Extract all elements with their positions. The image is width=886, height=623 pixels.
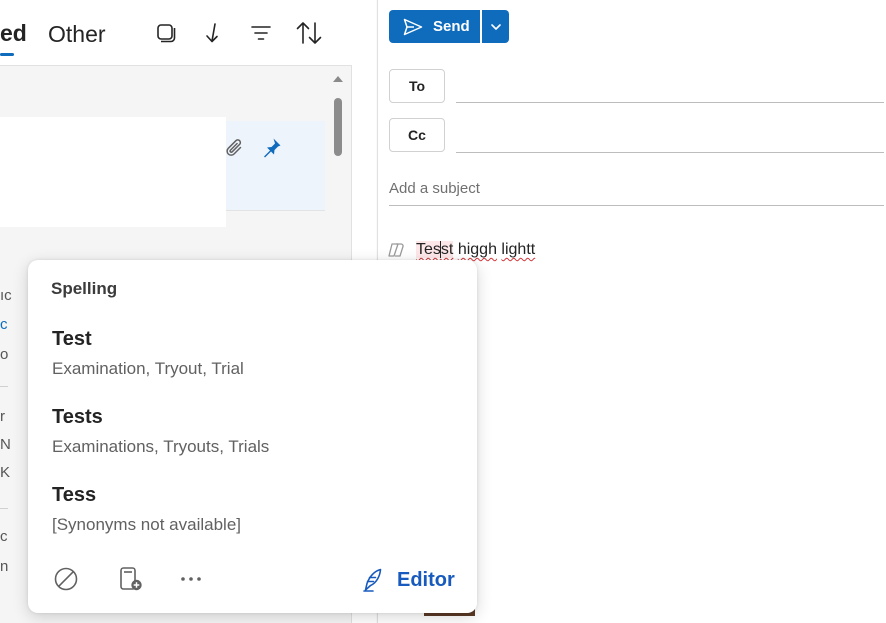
list-text-fragment: r [0, 408, 5, 425]
ignore-icon[interactable] [51, 564, 81, 594]
misspelled-word[interactable]: lightt [501, 241, 535, 258]
suggestion-item[interactable]: Tess [Synonyms not available] [52, 484, 452, 535]
editor-button[interactable]: Editor [361, 566, 455, 594]
message-list-header: ed Other [0, 0, 352, 66]
spelling-suggestions-popup: Spelling Test Examination, Tryout, Trial… [28, 260, 477, 613]
cc-field[interactable] [456, 152, 884, 153]
tab-focused[interactable]: ed [0, 20, 27, 47]
to-button[interactable]: To [389, 69, 445, 103]
list-text-fragment: N [0, 436, 11, 453]
popup-title: Spelling [51, 279, 118, 298]
jump-to-icon[interactable] [199, 19, 227, 47]
suggestion-word: Tests [52, 406, 103, 428]
copilot-icon[interactable] [387, 241, 405, 259]
misspelled-word[interactable]: higgh [458, 241, 497, 258]
more-options-icon[interactable] [176, 564, 206, 594]
add-to-dictionary-icon[interactable] [116, 564, 146, 594]
send-options-button[interactable] [482, 10, 509, 43]
list-separator [0, 386, 8, 387]
suggestion-item[interactable]: Tests Examinations, Tryouts, Trials [52, 406, 452, 457]
message-body[interactable]: Tesst higgh lightt [416, 241, 535, 259]
misspelled-word-active[interactable]: Tesst [416, 241, 454, 258]
suggestion-synonyms: Examinations, Tryouts, Trials [52, 437, 270, 456]
list-text-fragment: c [0, 316, 8, 333]
select-mode-icon[interactable] [152, 19, 180, 47]
scrollbar-thumb[interactable] [334, 98, 342, 156]
suggestion-synonyms: Examination, Tryout, Trial [52, 359, 244, 378]
text-cursor: st [439, 241, 454, 258]
editor-pen-icon [363, 568, 382, 592]
tab-other[interactable]: Other [48, 21, 106, 48]
send-icon [403, 18, 423, 35]
list-text-fragment: K [0, 464, 11, 481]
suggestion-word: Tess [52, 484, 97, 506]
list-text-fragment: n [0, 558, 9, 575]
tab-focused-indicator [0, 53, 14, 56]
suggestion-word: Test [52, 328, 92, 350]
editor-label: Editor [397, 568, 455, 591]
list-text-fragment: c [0, 528, 8, 545]
subject-input[interactable]: Add a subject [389, 180, 884, 206]
send-button[interactable]: Send [389, 10, 480, 43]
chevron-down-icon [490, 23, 501, 30]
list-text-fragment: ıc [0, 287, 12, 304]
list-text-fragment: o [0, 346, 9, 363]
suggestion-synonyms: [Synonyms not available] [52, 515, 241, 534]
sort-icon[interactable] [295, 19, 323, 47]
list-separator [0, 508, 8, 509]
filter-icon[interactable] [247, 19, 275, 47]
send-label: Send [433, 18, 470, 35]
pin-icon[interactable] [258, 135, 284, 161]
message-preview-blank [0, 117, 226, 227]
to-field[interactable] [456, 102, 884, 103]
scroll-up-arrow-icon[interactable] [333, 76, 343, 82]
cc-button[interactable]: Cc [389, 118, 445, 152]
suggestion-item[interactable]: Test Examination, Tryout, Trial [52, 328, 452, 379]
